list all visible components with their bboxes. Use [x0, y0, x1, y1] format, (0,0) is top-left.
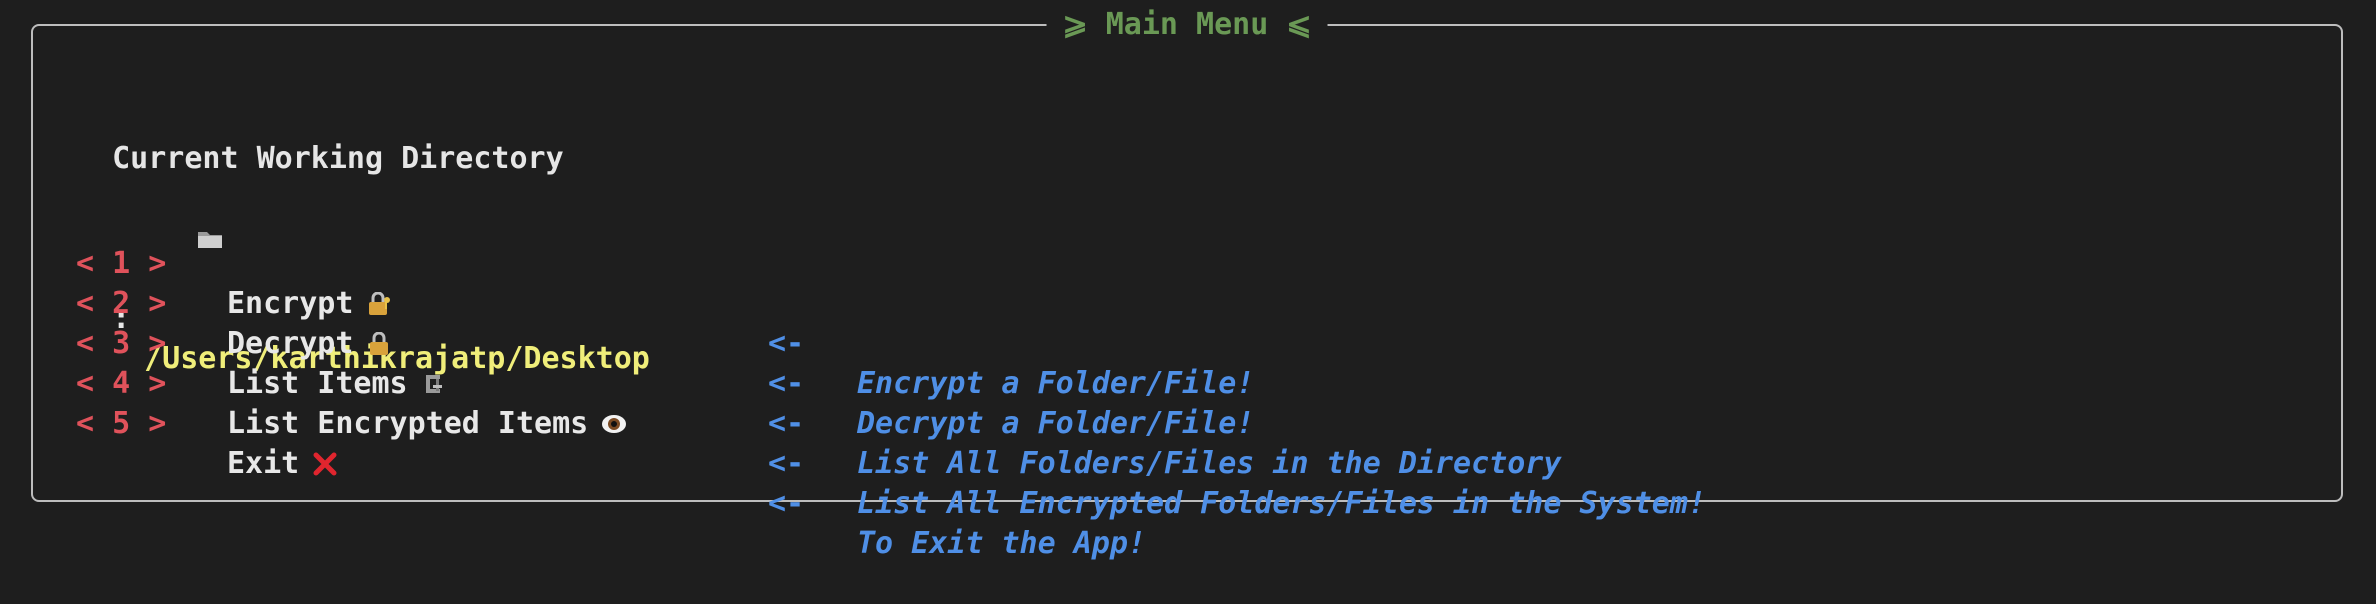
menu-item-description: List All Folders/Files in the Directory	[857, 446, 1562, 481]
menu-list: < 1 > Encrypt <- Encrypt a Folder/File! …	[76, 204, 1706, 561]
menu-item-label: List Encrypted Items	[227, 404, 628, 444]
menu-item-arrow: <-	[768, 486, 805, 521]
panel-title: ⩾ Main Menu ⩽	[1046, 5, 1328, 45]
eye-icon	[600, 404, 628, 444]
menu-item-arrow: <-	[768, 406, 805, 441]
menu-item-number: < 5 >	[76, 406, 167, 441]
menu-item-label: Decrypt	[227, 324, 393, 364]
lock-with-key-icon	[365, 284, 393, 324]
menu-item-description: To Exit the App!	[857, 526, 1146, 561]
menu-item-description: Encrypt a Folder/File!	[857, 366, 1255, 401]
menu-item-label: List Items	[227, 364, 448, 404]
menu-item-list-encrypted-items[interactable]: < 4 > List Encrypted Items <- List All E…	[76, 324, 1706, 521]
menu-item-arrow: <-	[768, 326, 805, 361]
menu-item-arrow: <-	[768, 446, 805, 481]
menu-item-label: Exit	[227, 444, 339, 484]
clamp-icon	[420, 364, 448, 404]
menu-item-description: List All Encrypted Folders/Files in the …	[857, 486, 1706, 521]
lock-icon	[365, 324, 393, 364]
cross-mark-icon	[311, 444, 339, 484]
cwd-label: Current Working Directory	[112, 141, 564, 176]
menu-item-exit[interactable]: < 5 > Exit <- To Exit the App!	[76, 364, 1146, 561]
menu-item-decrypt[interactable]: < 2 > Decrypt <- Decrypt a Folder/File!	[76, 244, 1254, 441]
menu-item-label: Encrypt	[227, 284, 393, 324]
menu-item-arrow: <-	[768, 366, 805, 401]
menu-item-list-items[interactable]: < 3 > List Items <- List All Folders/Fil…	[76, 284, 1561, 481]
menu-item-description: Decrypt a Folder/File!	[857, 406, 1255, 441]
menu-item-encrypt[interactable]: < 1 > Encrypt <- Encrypt a Folder/File!	[76, 204, 1254, 401]
